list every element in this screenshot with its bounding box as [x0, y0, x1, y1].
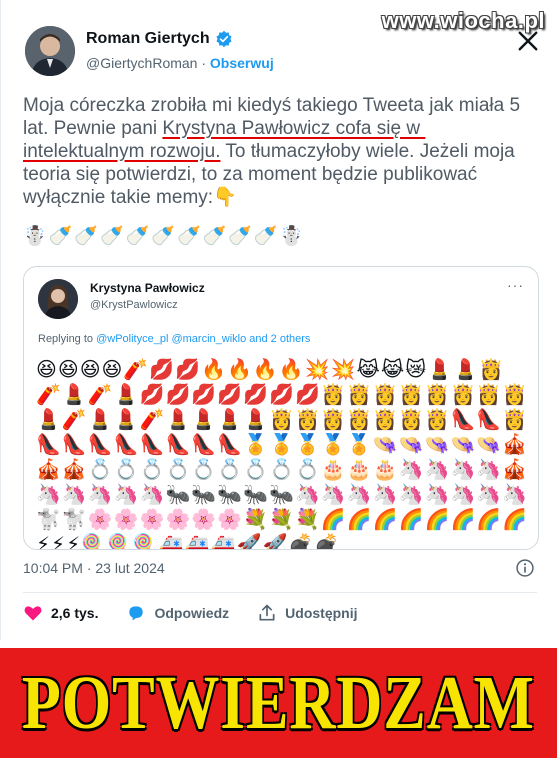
replying-to: Replying to @wPolityce_pl @marcin_wiklo … [38, 333, 310, 345]
emoji-row: 👠👠👠👠👠👠👠👠🏅🏅🏅🏅🏅👒👒👒👒👒🎪 [36, 432, 528, 456]
author-handle-row: @GiertychRoman · Obserwuj [86, 55, 274, 71]
info-icon[interactable] [515, 558, 535, 578]
verified-badge-icon [216, 30, 232, 48]
like-button[interactable]: 2,6 tys. [23, 603, 98, 623]
share-label: Udostępnij [285, 605, 358, 621]
emoji-row: 🐩🐩🌸🌸🌸🌸🌸🌸💐💐💐🌈🌈🌈🌈🌈🌈🌈🌈 [36, 507, 528, 531]
tweet-text: Moja córeczka zrobiła mi kiedyś takiego … [23, 94, 543, 209]
emoji-row: 🧨💄🧨💄💋💋💋💋💋💋💋👸👸👸👸👸👸👸👸 [36, 382, 528, 406]
replying-mentions[interactable]: @wPolityce_pl @marcin_wiklo and 2 others [96, 333, 310, 345]
quoted-emoji-grid: 😆😆😆😆🧨💋💋🔥🔥🔥🔥💥💥😹😹😿💄💄👸 🧨💄🧨💄💋💋💋💋💋💋💋👸👸👸👸👸👸👸👸 … [36, 357, 528, 550]
avatar[interactable] [25, 26, 75, 76]
quoted-author-name[interactable]: Krystyna Pawłowicz [90, 281, 205, 295]
share-button[interactable]: Udostępnij [257, 603, 358, 623]
tweet-timestamp[interactable]: 10:04 PM · 23 lut 2024 [23, 560, 165, 576]
share-icon [259, 604, 275, 621]
x-logo-icon[interactable] [517, 30, 539, 52]
quoted-avatar[interactable] [38, 279, 78, 319]
banner-caption: POTWIERDZAM [22, 660, 535, 745]
author-name-row: Roman Giertych [86, 30, 233, 48]
emoji-row: 🎪🎪💍💍💍💍💍💍💍💍💍🎂🎂🎂🦄🦄🦄🦄🎪 [36, 457, 528, 481]
divider [23, 592, 537, 593]
reply-label: Odpowiedz [154, 605, 230, 621]
caption-banner: POTWIERDZAM [0, 648, 557, 758]
like-count: 2,6 tys. [51, 605, 99, 621]
avatar-portrait-icon [25, 26, 75, 76]
reply-bubble-icon [129, 606, 144, 621]
emoji-row: 💄🧨💄💄🧨💄💄💄💄👸👸👸👸👸👸👸👠👠👸 [36, 407, 528, 431]
separator: · [201, 55, 207, 71]
emoji-row: 🦄🦄🦄🦄🦄🐜🐜🐜🐜🐜🦄🦄🦄🦄🦄🦄🦄🦄🦄 [36, 482, 528, 506]
reply-button[interactable]: Odpowiedz [126, 603, 229, 623]
replying-prefix: Replying to [38, 333, 97, 345]
quoted-avatar-portrait-icon [38, 279, 78, 319]
heart-icon [24, 606, 42, 621]
action-bar: 2,6 tys. Odpowiedz Udostępnij [23, 603, 386, 623]
quoted-tweet[interactable]: Krystyna Pawłowicz @KrystPawlowicz ··· R… [23, 266, 539, 550]
author-handle[interactable]: @GiertychRoman [86, 55, 197, 71]
tweet-emoji-line: ☃️🍼🍼🍼🍼🍼🍼🍼🍼🍼☃️ [23, 226, 306, 247]
emoji-row: 😆😆😆😆🧨💋💋🔥🔥🔥🔥💥💥😹😹😿💄💄👸 [36, 357, 505, 381]
tweet-card: www.wiocha.pl Roman Giertych @GiertychRo… [0, 0, 557, 640]
follow-button[interactable]: Obserwuj [210, 55, 274, 71]
quoted-author-handle[interactable]: @KrystPawlowicz [90, 299, 178, 311]
more-options-icon[interactable]: ··· [507, 277, 524, 293]
author-name[interactable]: Roman Giertych [86, 30, 210, 48]
emoji-row: ⚡⚡⚡🍭🍭🍭🚑🚑🚑🚀🚀💣💣 [36, 532, 341, 550]
